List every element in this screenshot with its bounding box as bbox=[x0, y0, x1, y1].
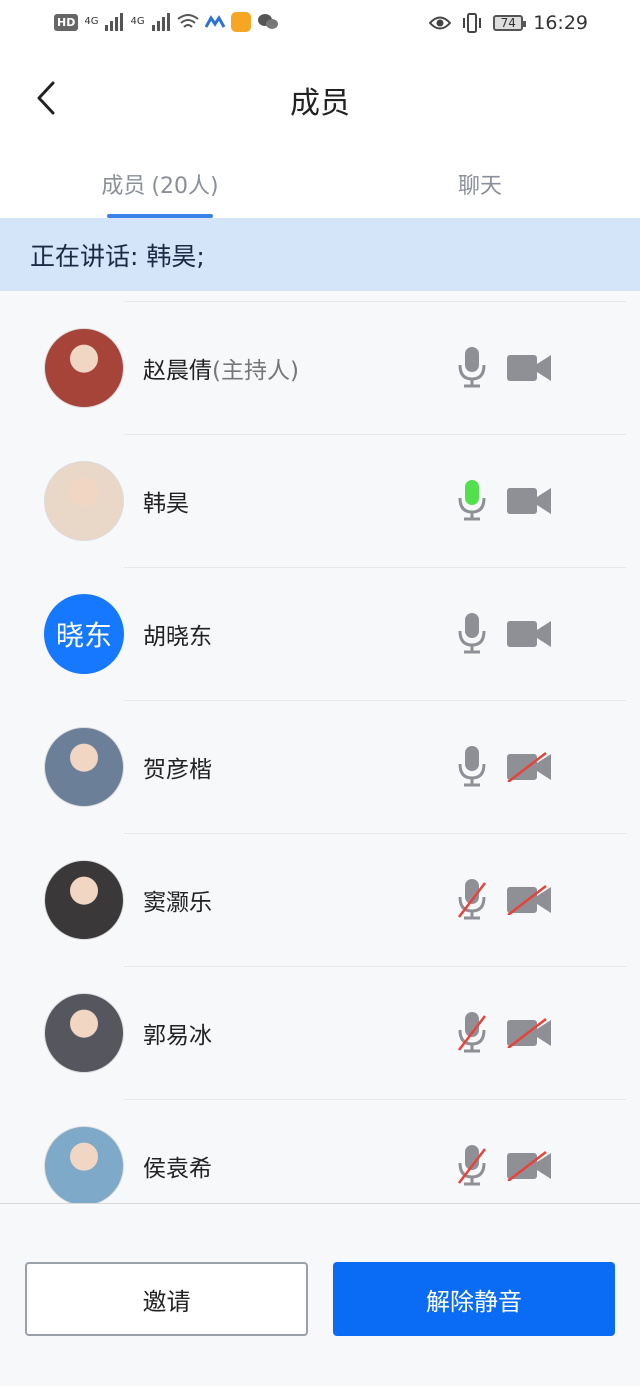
member-list[interactable]: 赵晨倩 (主持人) 韩昊晓东 胡晓东贺彦楷窦灏乐郭易冰侯袁希 bbox=[0, 291, 640, 1203]
battery-indicator: 74 bbox=[493, 15, 527, 31]
bottom-action-bar: 邀请 解除静音 bbox=[0, 1203, 640, 1386]
network-type-1: 4G bbox=[84, 16, 99, 27]
tab-chat[interactable]: 聊天 bbox=[360, 150, 600, 218]
header: 成员 bbox=[0, 48, 640, 148]
member-name: 韩昊 bbox=[143, 434, 189, 567]
member-name-text: 郭易冰 bbox=[143, 1022, 212, 1049]
tab-members-label: 成员 bbox=[101, 174, 146, 199]
signal-icon-2 bbox=[151, 13, 170, 31]
status-right: 74 16:29 bbox=[429, 12, 588, 34]
tab-members-label-group: 成员 (20人) bbox=[101, 168, 218, 200]
avatar[interactable] bbox=[44, 727, 124, 807]
mic-muted-icon[interactable] bbox=[455, 877, 489, 921]
status-bar: HD 4G 4G 74 16:29 bbox=[0, 0, 640, 48]
member-row[interactable]: 郭易冰 bbox=[0, 966, 640, 1099]
page-title: 成员 bbox=[290, 86, 350, 121]
camera-off-icon[interactable] bbox=[506, 1018, 552, 1049]
avatar[interactable] bbox=[44, 461, 124, 541]
mic-muted-icon[interactable] bbox=[455, 1010, 489, 1054]
member-name: 窦灏乐 bbox=[143, 833, 212, 966]
mic-icon[interactable] bbox=[455, 744, 489, 788]
member-row[interactable]: 赵晨倩 (主持人) bbox=[0, 301, 640, 434]
camera-off-icon[interactable] bbox=[506, 1151, 552, 1182]
network-type-2: 4G bbox=[130, 16, 145, 27]
member-name-text: 胡晓东 bbox=[143, 623, 212, 650]
tab-members-count: (20人) bbox=[151, 174, 219, 199]
member-role: (主持人) bbox=[212, 357, 299, 384]
speaking-banner: 正在讲话: 韩昊; bbox=[0, 218, 640, 291]
member-name: 郭易冰 bbox=[143, 966, 212, 1099]
member-name: 胡晓东 bbox=[143, 567, 212, 700]
avatar-initials: 晓东 bbox=[55, 619, 112, 652]
camera-icon[interactable] bbox=[506, 619, 552, 649]
member-name-text: 窦灏乐 bbox=[143, 889, 212, 916]
member-name-text: 赵晨倩 bbox=[143, 357, 212, 384]
row-divider bbox=[124, 434, 626, 435]
clock: 16:29 bbox=[533, 12, 588, 34]
app-badge-icon bbox=[230, 12, 251, 32]
member-name: 贺彦楷 bbox=[143, 700, 212, 833]
tab-bar: 成员 (20人) 聊天 bbox=[0, 150, 640, 218]
camera-icon[interactable] bbox=[506, 486, 552, 516]
member-row[interactable]: 窦灏乐 bbox=[0, 833, 640, 966]
status-left: HD 4G 4G bbox=[54, 12, 279, 32]
member-row[interactable]: 侯袁希 bbox=[0, 1099, 640, 1203]
speaking-text: 正在讲话: 韩昊; bbox=[30, 241, 205, 271]
mic-icon[interactable] bbox=[455, 611, 489, 655]
camera-off-icon[interactable] bbox=[506, 752, 552, 783]
member-name-text: 韩昊 bbox=[143, 490, 189, 517]
wechat-icon bbox=[257, 14, 278, 29]
mic-icon[interactable] bbox=[455, 345, 489, 389]
member-name: 赵晨倩 (主持人) bbox=[143, 301, 299, 434]
signal-icon bbox=[105, 13, 124, 31]
member-name: 侯袁希 bbox=[143, 1099, 212, 1203]
avatar[interactable] bbox=[44, 1126, 124, 1203]
hd-badge: HD bbox=[54, 13, 79, 31]
unmute-all-button[interactable]: 解除静音 bbox=[333, 1262, 615, 1336]
member-row[interactable]: 贺彦楷 bbox=[0, 700, 640, 833]
avatar[interactable] bbox=[44, 860, 124, 940]
member-name-text: 贺彦楷 bbox=[143, 756, 212, 783]
member-row[interactable]: 晓东 胡晓东 bbox=[0, 567, 640, 700]
member-row[interactable]: 韩昊 bbox=[0, 434, 640, 567]
invite-button[interactable]: 邀请 bbox=[25, 1262, 308, 1336]
camera-icon[interactable] bbox=[506, 353, 552, 383]
avatar[interactable] bbox=[44, 328, 124, 408]
wifi-icon bbox=[176, 14, 199, 28]
member-name-text: 侯袁希 bbox=[143, 1155, 212, 1182]
avatar[interactable]: 晓东 bbox=[44, 594, 124, 674]
mic-muted-icon[interactable] bbox=[455, 1143, 489, 1187]
avatar[interactable] bbox=[44, 993, 124, 1073]
app-notification-icon bbox=[204, 15, 225, 28]
tab-members[interactable]: 成员 (20人) bbox=[40, 150, 280, 218]
vibrate-icon bbox=[463, 13, 482, 33]
tab-chat-label: 聊天 bbox=[457, 174, 502, 199]
eye-icon bbox=[429, 16, 452, 30]
mic-active-icon[interactable] bbox=[455, 478, 489, 522]
camera-off-icon[interactable] bbox=[506, 885, 552, 916]
